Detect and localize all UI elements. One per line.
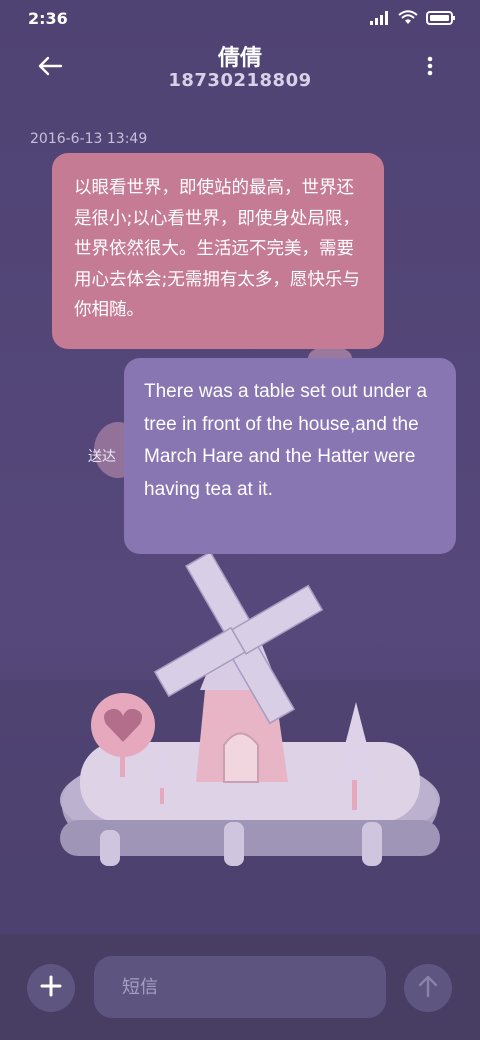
contact-number: 18730218809 [168,70,312,91]
incoming-message-bubble[interactable]: 以眼看世界，即使站的最高，世界还是很小;以心看世界，即使身处局限，世界依然很大。… [52,153,384,349]
more-vertical-icon [427,56,433,80]
wifi-icon [398,10,418,29]
status-bar-time: 2:36 [28,9,68,28]
signal-icon [370,10,390,29]
contact-name: 倩倩 [217,46,262,71]
battery-icon [426,10,456,29]
message-text: 以眼看世界，即使站的最高，世界还是很小;以心看世界，即使身处局限，世界依然很大。… [74,178,360,320]
arrow-up-icon [418,974,438,1002]
more-options-button[interactable] [414,52,446,84]
status-bar-icons [370,10,456,29]
outgoing-message-bubble[interactable]: There was a table set out under a tree i… [124,358,456,554]
add-attachment-button[interactable] [27,964,75,1012]
plus-icon [40,975,62,1001]
send-button[interactable] [404,964,452,1012]
message-text: There was a table set out under a tree i… [144,381,428,500]
message-input[interactable] [94,956,386,1018]
message-timestamp: 2016-6-13 13:49 [30,131,148,147]
delivered-status-label: 送达 [88,449,116,465]
